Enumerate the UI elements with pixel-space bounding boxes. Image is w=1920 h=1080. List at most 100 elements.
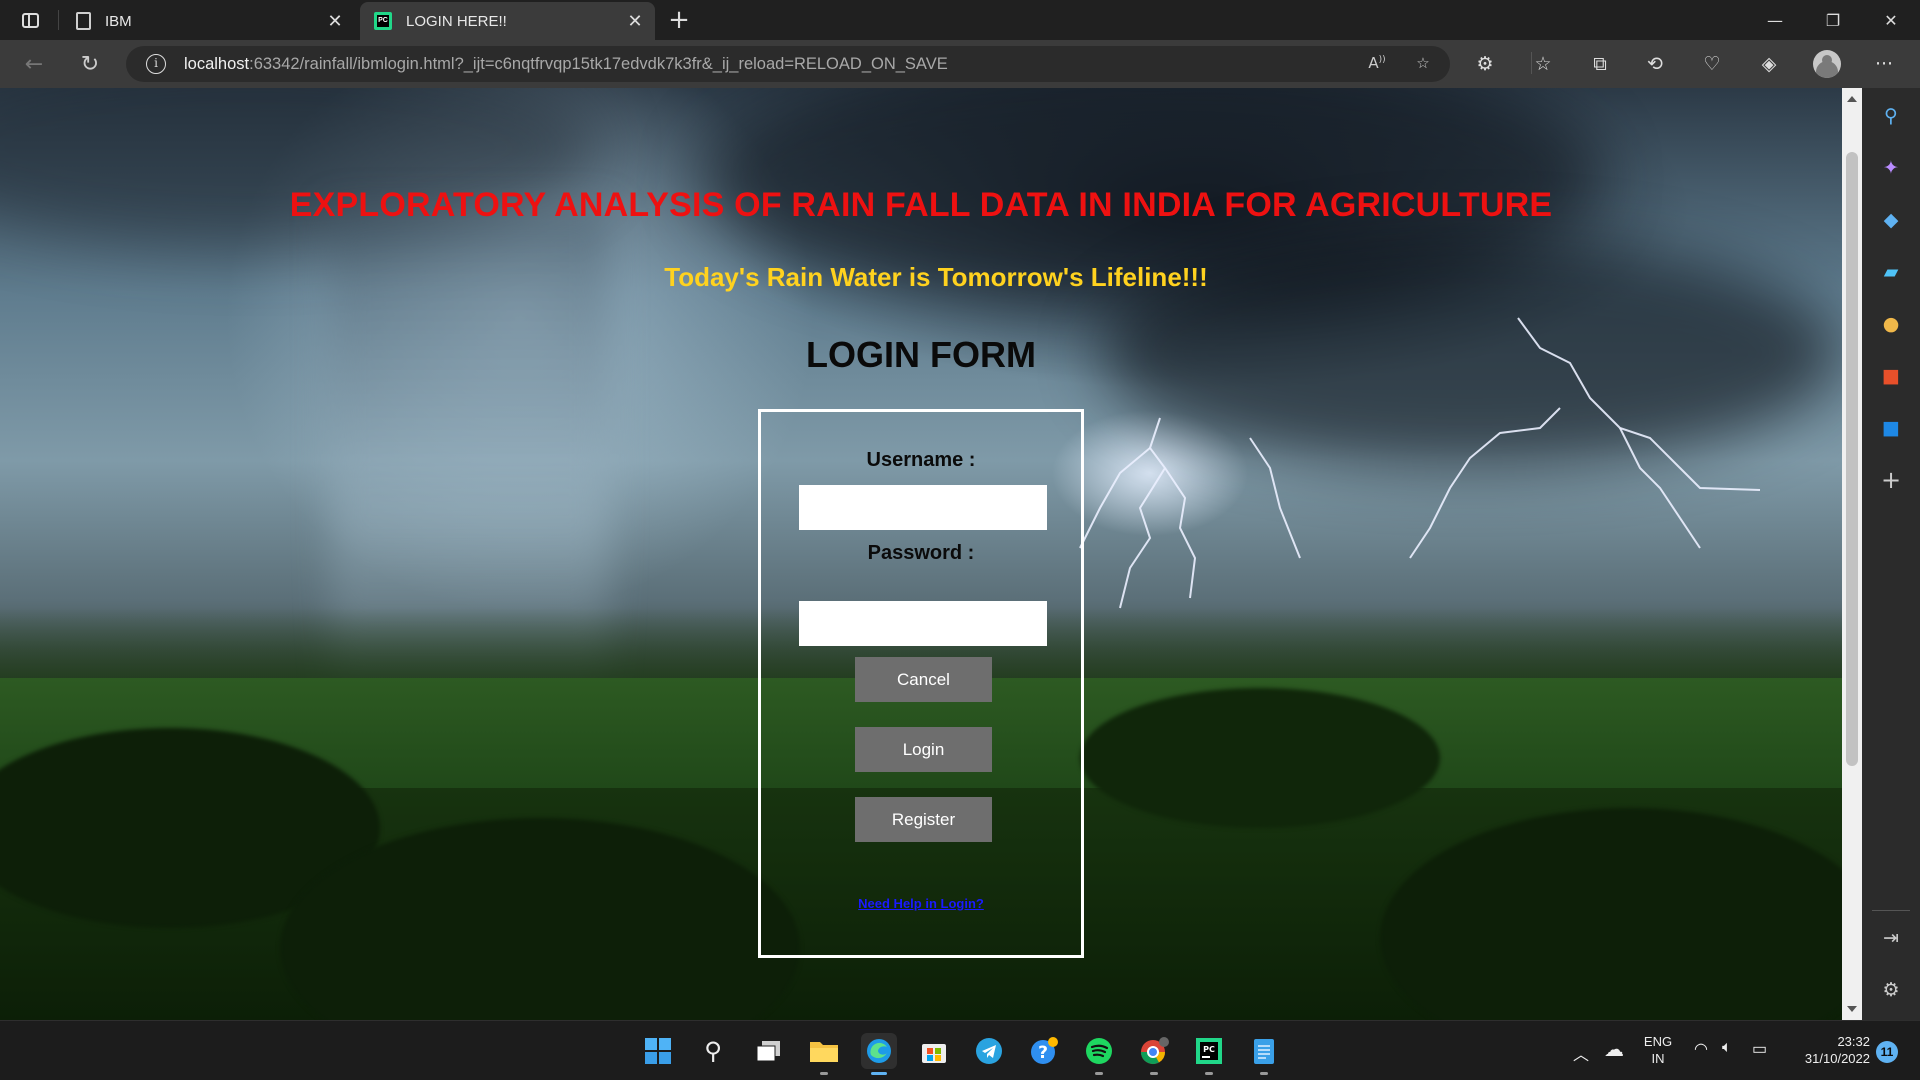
add-icon[interactable]: +: [1879, 466, 1903, 494]
notification-badge[interactable]: 11: [1876, 1041, 1898, 1063]
copilot-icon[interactable]: ✦: [1879, 156, 1903, 180]
clock[interactable]: 23:32 31/10/2022: [1790, 1033, 1870, 1067]
pycharm-icon: PC: [374, 12, 392, 30]
minimize-button[interactable]: —: [1746, 0, 1804, 40]
spotify-icon[interactable]: [1081, 1033, 1117, 1075]
register-button[interactable]: Register: [855, 797, 992, 842]
running-indicator: [820, 1072, 828, 1075]
chrome-icon[interactable]: [1136, 1033, 1172, 1075]
browser-essentials-icon[interactable]: ♡: [1699, 52, 1725, 76]
running-indicator: [1150, 1072, 1158, 1075]
battery-icon[interactable]: ▭: [1752, 1039, 1767, 1059]
document-icon: [76, 12, 91, 30]
help-link[interactable]: Need Help in Login?: [761, 896, 1081, 911]
favorites-icon[interactable]: ☆: [1530, 52, 1556, 76]
clock-time: 23:32: [1837, 1034, 1870, 1049]
region-code: IN: [1651, 1051, 1665, 1066]
refresh-button[interactable]: ↻: [72, 48, 108, 80]
running-indicator: [1260, 1072, 1268, 1075]
notepad-shape: [1254, 1039, 1274, 1064]
scroll-thumb[interactable]: [1846, 152, 1858, 766]
tagline: Today's Rain Water is Tomorrow's Lifelin…: [664, 262, 1208, 292]
scroll-down-icon[interactable]: [1847, 1006, 1857, 1012]
show-hidden-icons-icon[interactable]: ︿: [1573, 1041, 1589, 1065]
search-icon[interactable]: ⚲: [1879, 104, 1903, 128]
hide-sidebar-icon[interactable]: ⇥: [1879, 926, 1903, 950]
running-indicator: [1205, 1072, 1213, 1075]
more-options-icon[interactable]: ···: [1871, 52, 1897, 76]
collections-icon[interactable]: ⧉: [1587, 52, 1613, 76]
onedrive-cloud-icon[interactable]: ☁: [1604, 1037, 1624, 1062]
close-icon[interactable]: ✕: [321, 7, 349, 35]
tab-actions-icon[interactable]: [8, 6, 52, 34]
address-bar[interactable]: i localhost:63342/rainfall/ibmlogin.html…: [126, 46, 1450, 82]
file-explorer-icon[interactable]: [806, 1033, 842, 1075]
task-view-shape: [756, 1041, 780, 1062]
language-indicator[interactable]: ENG IN: [1640, 1033, 1676, 1067]
chrome-shape: [1141, 1037, 1169, 1065]
profile-avatar[interactable]: [1813, 50, 1841, 78]
microsoft-store-icon[interactable]: [916, 1033, 952, 1069]
edge-logo-shape: [867, 1039, 891, 1063]
tab-title: IBM: [105, 12, 132, 30]
username-label: Username :: [866, 449, 976, 471]
browser-toolbar: ← ↻ i localhost:63342/rainfall/ibmlogin.…: [0, 40, 1920, 88]
new-tab-button[interactable]: +: [662, 6, 696, 36]
tab-divider: [58, 10, 59, 30]
login-form: Username : Password : Cancel Login Regis…: [758, 409, 1084, 958]
office-icon[interactable]: ■: [1879, 364, 1903, 388]
search-icon[interactable]: ⚲: [695, 1033, 731, 1069]
notepad-icon[interactable]: [1246, 1033, 1282, 1075]
password-input[interactable]: [799, 601, 1047, 646]
cancel-button[interactable]: Cancel: [855, 657, 992, 702]
sidebar-divider: [1872, 910, 1910, 911]
store-shape: [922, 1044, 946, 1063]
volume-icon[interactable]: 🔈︎: [1722, 1039, 1732, 1057]
tab-login-here[interactable]: PC LOGIN HERE!! ✕: [360, 2, 655, 40]
telegram-icon[interactable]: [971, 1033, 1007, 1069]
read-aloud-icon[interactable]: A)): [1366, 54, 1388, 74]
username-input[interactable]: [799, 485, 1047, 530]
start-button[interactable]: [640, 1033, 676, 1069]
page-title: EXPLORATORY ANALYSIS OF RAIN FALL DATA I…: [289, 186, 1553, 224]
help-app-icon[interactable]: ?: [1026, 1033, 1062, 1069]
games-icon[interactable]: ●: [1879, 312, 1903, 336]
pycharm-shape: PC: [1196, 1038, 1222, 1064]
page-viewport: EXPLORATORY ANALYSIS OF RAIN FALL DATA I…: [0, 88, 1842, 1020]
close-window-button[interactable]: ✕: [1862, 0, 1920, 40]
tab-title: LOGIN HERE!!: [406, 12, 507, 30]
running-indicator: [1095, 1072, 1103, 1075]
extensions-icon[interactable]: ⚙: [1472, 52, 1498, 76]
windows-logo-icon: [645, 1038, 671, 1064]
telegram-shape: [976, 1038, 1002, 1064]
back-button[interactable]: ←: [16, 48, 52, 80]
settings-gear-icon[interactable]: ⚙: [1879, 978, 1903, 1002]
password-label: Password :: [867, 542, 975, 564]
form-heading: LOGIN FORM: [806, 334, 1036, 375]
running-indicator: [871, 1072, 887, 1075]
history-icon[interactable]: ⟲: [1642, 52, 1668, 76]
site-info-icon[interactable]: i: [146, 54, 166, 74]
clock-date: 31/10/2022: [1804, 1051, 1870, 1066]
edge-sidebar: ⚲ ✦ ◆ ▰ ● ■ ■ + ⇥ ⚙: [1862, 88, 1920, 1020]
login-button[interactable]: Login: [855, 727, 992, 772]
svg-text:?: ?: [1038, 1043, 1048, 1063]
pycharm-icon[interactable]: PC: [1191, 1033, 1227, 1075]
page-scrollbar[interactable]: [1842, 88, 1862, 1020]
browser-tab-bar: IBM ✕ PC LOGIN HERE!! ✕ + — ❐ ✕: [0, 0, 1920, 40]
tools-icon[interactable]: ▰: [1879, 260, 1903, 284]
add-favorite-icon[interactable]: ☆: [1412, 54, 1434, 74]
edge-icon[interactable]: [861, 1033, 897, 1075]
wifi-icon[interactable]: ◠: [1694, 1039, 1708, 1059]
outlook-icon[interactable]: ■: [1879, 416, 1903, 440]
performance-icon[interactable]: ◈: [1756, 52, 1782, 76]
task-view-icon[interactable]: [751, 1033, 787, 1069]
close-icon[interactable]: ✕: [621, 7, 649, 35]
svg-text:PC: PC: [1203, 1045, 1215, 1054]
tab-ibm[interactable]: IBM ✕: [62, 2, 355, 40]
shopping-tag-icon[interactable]: ◆: [1879, 208, 1903, 232]
help-shape: ?: [1031, 1037, 1058, 1064]
url-text[interactable]: localhost:63342/rainfall/ibmlogin.html?_…: [184, 55, 948, 74]
scroll-up-icon[interactable]: [1847, 96, 1857, 102]
restore-button[interactable]: ❐: [1804, 0, 1862, 40]
